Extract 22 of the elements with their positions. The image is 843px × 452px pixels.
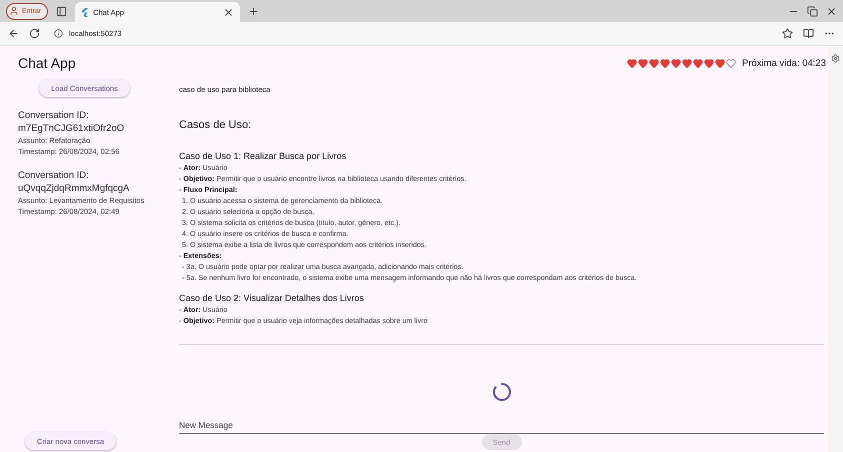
new-tab-icon[interactable] <box>248 6 260 16</box>
app-title: Chat App <box>18 55 77 71</box>
reply-heading: Casos de Uso: <box>179 120 252 131</box>
collections-icon[interactable] <box>803 28 814 39</box>
close-window-icon[interactable] <box>826 6 837 16</box>
restore-icon[interactable] <box>807 6 818 16</box>
tab-actions-icon[interactable] <box>56 6 68 16</box>
conversation-id[interactable]: m7EgTnCJG61xtiOfr2oO <box>18 122 179 135</box>
message-input-field[interactable]: New Message <box>179 416 824 434</box>
close-icon[interactable] <box>223 6 234 18</box>
next-life-timer: Próxima vida: 04:23 <box>742 58 826 68</box>
person-icon <box>9 6 19 16</box>
settings-icon[interactable] <box>831 54 840 63</box>
flutter-logo-icon <box>81 8 88 16</box>
conversation-id[interactable]: uQvqqZjdqRmmxMgfqcgA <box>18 182 179 195</box>
conversation-id-label: Conversation ID: <box>18 169 90 182</box>
back-icon[interactable] <box>8 28 19 39</box>
use-case-title: Caso de Uso 2: Visualizar Detalhes dos Livros <box>179 292 365 304</box>
use-case-title: Caso de Uso 1: Realizar Busca por Livros <box>179 150 348 162</box>
conversation-id-label: Conversation ID: <box>18 109 90 122</box>
favorite-icon[interactable] <box>782 28 793 39</box>
reload-icon[interactable] <box>29 28 40 39</box>
